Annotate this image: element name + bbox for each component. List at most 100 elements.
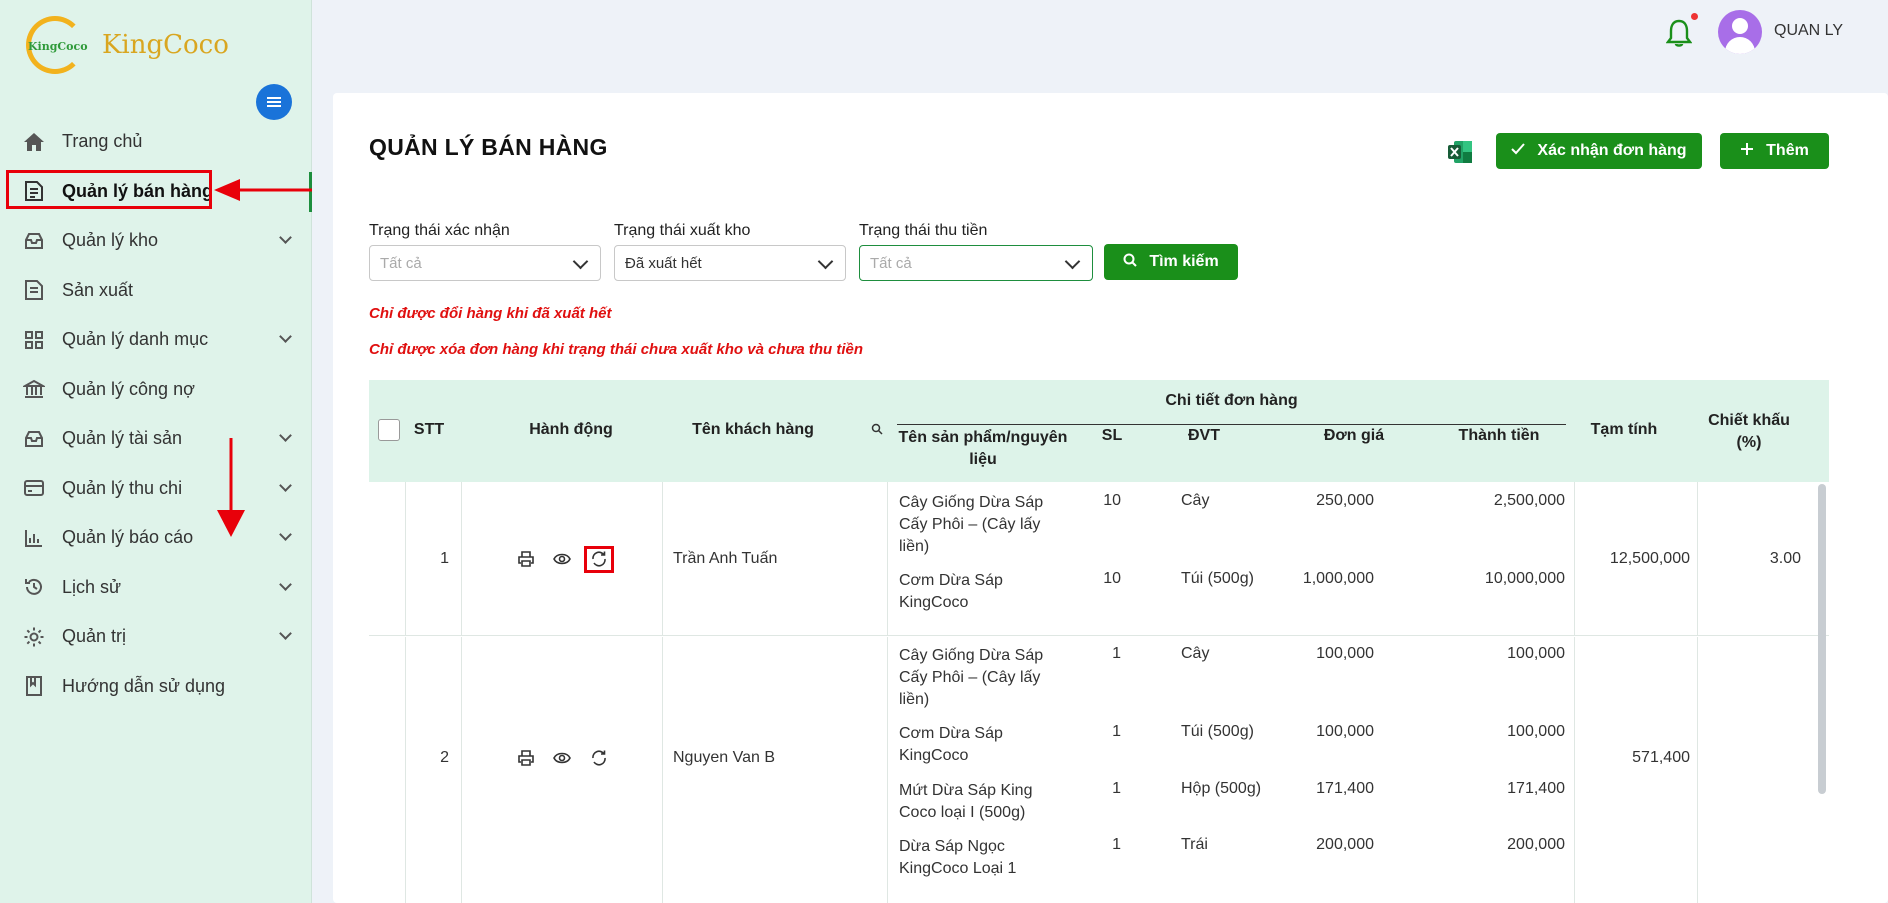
chevron-down-icon	[1064, 253, 1081, 270]
sidebar-item-label: Lịch sử	[62, 576, 122, 597]
confirm-status-value: Tất cả	[380, 255, 422, 272]
cell-amount: 100,000	[1507, 645, 1565, 662]
sidebar-collapse-button[interactable]	[256, 84, 292, 120]
cell-product: Cơm Dừa Sáp KingCoco	[899, 572, 1003, 611]
cell-unit: Cây	[1181, 492, 1210, 509]
header-subtotal: Tạm tính	[1590, 421, 1658, 438]
cell-product: Cây Giống Dừa Sáp Cấy Phôi – (Cây lấy li…	[899, 647, 1044, 708]
annotation-highlight-box	[6, 170, 212, 209]
table-row: 2 Nguyen Van B Cây Giống Dừa Sáp Cấy Phô…	[369, 637, 1829, 903]
chevron-down-icon	[279, 577, 292, 591]
filter-label-export-status: Trạng thái xuất kho	[614, 222, 751, 239]
sidebar-item-reports[interactable]: Quản lý báo cáo	[0, 513, 312, 563]
history-icon	[22, 575, 46, 599]
search-button[interactable]: Tìm kiếm	[1104, 244, 1238, 280]
print-icon[interactable]	[517, 550, 535, 568]
logo[interactable]: KingCoco KingCoco	[22, 10, 229, 76]
user-name[interactable]: QUAN LY	[1774, 22, 1843, 40]
payment-status-select[interactable]: Tất cả	[859, 245, 1093, 281]
cell-price: 200,000	[1316, 836, 1374, 853]
sidebar-item-production[interactable]: Sản xuất	[0, 266, 312, 316]
chevron-down-icon	[279, 429, 292, 442]
chevron-down-icon	[279, 231, 292, 244]
sidebar-item-warehouse[interactable]: Quản lý kho	[0, 216, 312, 266]
view-icon[interactable]	[553, 749, 571, 767]
grid-icon	[22, 328, 46, 352]
cell-discount: 3.00	[1769, 550, 1801, 567]
cell-product: Cơm Dừa Sáp KingCoco	[899, 725, 1003, 764]
note-exchange-rule: Chỉ được đổi hàng khi đã xuất hết	[369, 305, 612, 322]
sidebar-item-label: Quản lý thu chi	[62, 477, 183, 498]
cell-stt: 2	[440, 749, 449, 766]
sidebar-item-history[interactable]: Lịch sử	[0, 563, 312, 613]
chevron-down-icon	[279, 627, 292, 640]
header-actions: Hành động	[529, 421, 613, 438]
header-product: Tên sản phẩm/nguyên liệu	[898, 429, 1068, 468]
top-bar	[312, 0, 1888, 64]
exchange-icon[interactable]	[590, 749, 608, 767]
table-scrollbar[interactable]	[1818, 484, 1826, 794]
customer-search-icon[interactable]	[871, 423, 883, 435]
sidebar-item-label: Quản lý tài sản	[62, 428, 183, 449]
sidebar-item-label: Quản lý kho	[62, 230, 159, 251]
confirm-order-button[interactable]: Xác nhận đơn hàng	[1496, 133, 1702, 169]
chevron-down-icon	[279, 330, 292, 343]
cell-unit: Cây	[1181, 645, 1210, 662]
cell-product: Mứt Dừa Sáp King Coco loại I (500g)	[899, 782, 1033, 821]
plus-icon	[1740, 142, 1754, 161]
header-price: Đơn giá	[1323, 427, 1385, 444]
sidebar-item-label: Quản lý báo cáo	[62, 527, 194, 548]
sidebar-item-guide[interactable]: Hướng dẫn sử dụng	[0, 662, 312, 712]
sidebar-item-catalog[interactable]: Quản lý danh mục	[0, 315, 312, 365]
header-divider	[897, 424, 1566, 425]
cell-amount: 100,000	[1507, 723, 1565, 740]
sidebar-item-label: Hướng dẫn sử dụng	[62, 675, 226, 696]
cell-amount: 2,500,000	[1493, 492, 1565, 509]
avatar[interactable]	[1718, 10, 1762, 54]
cell-subtotal: 571,400	[1632, 749, 1690, 766]
cell-price: 100,000	[1316, 723, 1374, 740]
bell-icon[interactable]	[1666, 18, 1692, 48]
bank-icon	[22, 377, 46, 401]
cell-qty: 10	[1103, 570, 1121, 587]
cell-subtotal: 12,500,000	[1609, 550, 1690, 567]
cell-price: 1,000,000	[1302, 570, 1374, 587]
confirm-status-select[interactable]: Tất cả	[369, 245, 601, 281]
header-stt: STT	[413, 421, 445, 438]
view-icon[interactable]	[553, 550, 571, 568]
sidebar-item-home[interactable]: Trang chủ	[0, 117, 312, 167]
select-all-checkbox[interactable]	[378, 419, 400, 441]
sidebar-item-label: Quản lý danh mục	[62, 329, 209, 350]
sidebar-item-label: Sản xuất	[62, 279, 134, 300]
check-icon	[1511, 142, 1526, 160]
annotation-arrow-left-icon	[214, 179, 312, 201]
cell-amount: 10,000,000	[1484, 570, 1565, 587]
cell-customer: Nguyen Van B	[673, 749, 775, 766]
payment-status-value: Tất cả	[870, 255, 912, 272]
print-icon[interactable]	[517, 749, 535, 767]
chevron-down-icon	[279, 528, 292, 541]
inbox-icon	[22, 229, 46, 253]
sidebar-item-label: Quản lý công nợ	[62, 378, 195, 399]
page-title: QUẢN LÝ BÁN HÀNG	[369, 134, 608, 160]
note-delete-rule: Chỉ được xóa đơn hàng khi trạng thái chư…	[369, 341, 863, 358]
header-discount: Chiết khấu (%)	[1708, 412, 1790, 451]
inbox-icon	[22, 427, 46, 451]
cell-qty: 10	[1103, 492, 1121, 509]
cell-customer: Trần Anh Tuấn	[673, 550, 778, 567]
sidebar-item-assets[interactable]: Quản lý tài sản	[0, 414, 312, 464]
sidebar-item-cashflow[interactable]: Quản lý thu chi	[0, 464, 312, 514]
cell-price: 171,400	[1316, 780, 1374, 797]
cell-stt: 1	[440, 550, 449, 567]
export-status-select[interactable]: Đã xuất hết	[614, 245, 846, 281]
excel-export-icon[interactable]	[1447, 139, 1473, 165]
add-button[interactable]: Thêm	[1720, 133, 1829, 169]
sidebar-item-admin[interactable]: Quản trị	[0, 612, 312, 662]
annotation-arrow-down-icon	[217, 438, 245, 537]
header-unit: ĐVT	[1188, 427, 1220, 444]
cell-qty: 1	[1112, 780, 1121, 797]
search-label: Tìm kiếm	[1149, 253, 1219, 270]
logo-mark-text: KingCoco	[28, 40, 88, 53]
cell-qty: 1	[1112, 836, 1121, 853]
sidebar-item-debt[interactable]: Quản lý công nợ	[0, 365, 312, 415]
